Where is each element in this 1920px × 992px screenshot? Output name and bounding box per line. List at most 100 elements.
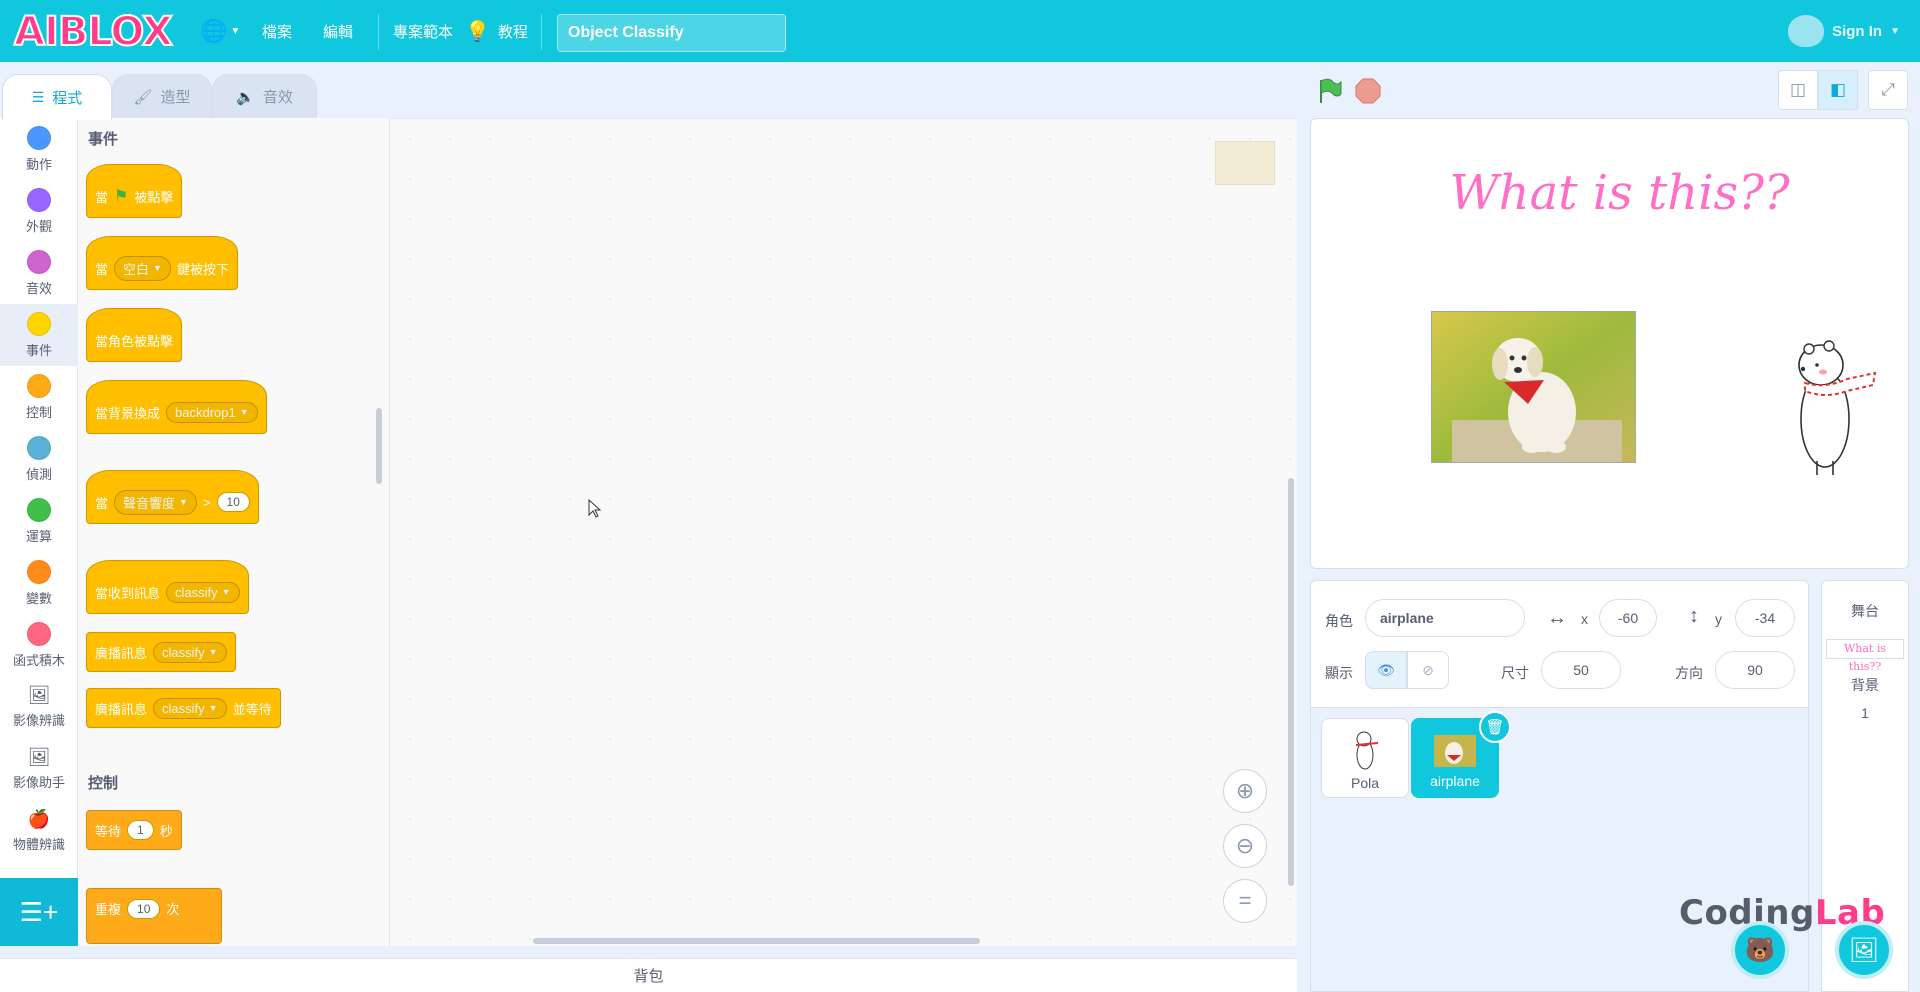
eye-icon: 👁 [1377, 661, 1395, 678]
category-motion[interactable]: 動作 [0, 118, 78, 180]
sprite-name: airplane [1430, 773, 1480, 789]
repeat-block[interactable]: 重複 10 次 [86, 888, 222, 944]
sprite-label: 角色 [1325, 613, 1353, 629]
category-looks[interactable]: 外觀 [0, 180, 78, 242]
show-visible-button[interactable]: 👁 [1365, 651, 1407, 689]
edit-menu[interactable]: 編輯 [323, 0, 353, 62]
wait-seconds-input[interactable]: 1 [127, 820, 154, 840]
category-variables[interactable]: 變數 [0, 552, 78, 614]
examples-menu[interactable]: 專案範本 [393, 0, 453, 62]
when-key-pressed-block[interactable]: 當 空白 ▼ 鍵被按下 [86, 236, 238, 290]
backpack[interactable]: 背包 [0, 958, 1297, 992]
puppy-thumbnail [1434, 735, 1476, 767]
language-menu[interactable]: 🌐 ▼ [200, 0, 240, 62]
choose-backdrop-button[interactable]: 🖼 [1835, 921, 1893, 979]
delete-sprite-button[interactable]: 🗑 [1479, 711, 1511, 743]
when-sprite-clicked-block[interactable]: 當角色被點擊 [86, 308, 183, 362]
category-operators[interactable]: 運算 [0, 490, 78, 552]
sprite-card-pola[interactable]: Pola [1321, 718, 1409, 798]
zoom-out-icon: ⊖ [1235, 833, 1255, 858]
stop-button[interactable] [1354, 78, 1382, 104]
mouse-cursor-icon [588, 499, 602, 518]
when-backdrop-switches-block[interactable]: 當背景換成 backdrop1 ▼ [86, 380, 267, 434]
message-dropdown[interactable]: classify ▼ [153, 641, 227, 663]
zoom-reset-button[interactable]: = [1223, 879, 1267, 923]
image-add-icon: 🖼 [1848, 936, 1880, 964]
show-hidden-button[interactable]: ⊘ [1407, 651, 1449, 689]
project-title-input[interactable]: Object Classify [557, 14, 786, 52]
category-label: 影像辨識 [12, 713, 65, 728]
loudness-value-input[interactable]: 10 [216, 492, 250, 512]
caret-down-icon: ▼ [221, 587, 231, 597]
tab-costumes[interactable]: 🖌 造型 [112, 74, 212, 118]
category-sensing[interactable]: 偵測 [0, 428, 78, 490]
block-text: 廣播訊息 [95, 701, 148, 717]
tutorials-menu[interactable]: 💡 教程 [465, 0, 528, 62]
category-label: 函式積木 [12, 653, 65, 668]
when-loudness-block[interactable]: 當 聲音響度 ▼ > 10 [86, 470, 259, 524]
size-label: 尺寸 [1501, 665, 1529, 681]
size-input[interactable]: 50 [1541, 651, 1621, 689]
events-dot [27, 312, 51, 336]
category-control[interactable]: 控制 [0, 366, 78, 428]
palette-scrollbar[interactable] [376, 408, 382, 484]
puppy-image[interactable] [1431, 311, 1636, 463]
stage[interactable]: What is this?? [1310, 118, 1909, 569]
fullscreen-button[interactable]: ⤢ [1868, 70, 1908, 110]
message-dropdown[interactable]: classify ▼ [166, 581, 240, 603]
block-text: > [202, 494, 211, 510]
category-image-recognition[interactable]: 🖼 影像辨識 [0, 676, 78, 738]
broadcast-and-wait-block[interactable]: 廣播訊息 classify ▼ 並等待 [86, 688, 281, 728]
wait-block[interactable]: 等待 1 秒 [86, 810, 182, 850]
block-text: 當背景換成 [95, 405, 161, 421]
category-sound[interactable]: 音效 [0, 242, 78, 304]
green-flag-button[interactable] [1315, 78, 1343, 104]
sprite-name-input[interactable]: airplane [1365, 599, 1525, 637]
y-position-input[interactable]: -34 [1735, 599, 1795, 637]
tab-sounds[interactable]: 🔈 音效 [212, 74, 317, 118]
trash-icon: 🗑 [1485, 719, 1505, 736]
workspace-horizontal-scrollbar[interactable] [533, 938, 980, 944]
broadcast-block[interactable]: 廣播訊息 classify ▼ [86, 632, 236, 672]
category-object-recognition[interactable]: 🍎 物體辨識 [0, 800, 78, 862]
category-my-blocks[interactable]: 函式積木 [0, 614, 78, 676]
file-menu[interactable]: 檔案 [262, 0, 292, 62]
tab-code-label: 程式 [52, 90, 83, 107]
horizontal-arrows-icon: ↔ [1547, 607, 1567, 629]
block-text: 當 [95, 495, 109, 511]
loudness-dropdown[interactable]: 聲音響度 ▼ [114, 489, 197, 515]
add-extension-button[interactable]: ☰+ [0, 878, 78, 946]
block-text: 並等待 [232, 701, 272, 717]
large-stage-button[interactable]: ◧ [1818, 70, 1858, 110]
tab-code[interactable]: ☰ 程式 [2, 74, 112, 120]
tab-costumes-label: 造型 [160, 89, 191, 106]
stage-panel-title: 舞台 [1851, 603, 1879, 619]
block-text: 鍵被按下 [176, 261, 229, 277]
sign-in-label: Sign In [1832, 22, 1883, 40]
backdrop-dropdown[interactable]: backdrop1 ▼ [166, 401, 258, 423]
small-stage-button[interactable]: ◫ [1778, 70, 1818, 110]
aiblox-logo[interactable]: AIBLOX [13, 9, 174, 55]
choose-sprite-button[interactable]: 🐻 [1731, 921, 1789, 979]
zoom-out-button[interactable]: ⊖ [1223, 824, 1267, 868]
workspace-vertical-scrollbar[interactable] [1288, 478, 1294, 886]
tab-sounds-label: 音效 [262, 89, 293, 106]
message-dropdown[interactable]: classify ▼ [153, 697, 227, 719]
stage-title-text: What is this?? [1449, 165, 1790, 221]
category-events[interactable]: 事件 [0, 304, 78, 366]
x-position-input[interactable]: -60 [1599, 599, 1657, 637]
direction-input[interactable]: 90 [1715, 651, 1795, 689]
block-text: 重複 [95, 902, 122, 917]
block-text: 次 [166, 902, 180, 917]
repeat-count-input[interactable]: 10 [127, 899, 161, 919]
polar-bear-sprite[interactable] [1781, 329, 1881, 479]
zoom-in-button[interactable]: ⊕ [1223, 769, 1267, 813]
when-i-receive-block[interactable]: 當收到訊息 classify ▼ [86, 560, 249, 614]
key-dropdown[interactable]: 空白 ▼ [114, 255, 171, 281]
sign-in-button[interactable]: Sign In ▼ [1788, 0, 1900, 62]
when-flag-clicked-block[interactable]: 當 ⚑ 被點擊 [86, 164, 183, 218]
dropdown-value: backdrop1 [175, 404, 236, 420]
category-image-assistant[interactable]: 🖼 影像助手 [0, 738, 78, 800]
looks-dot [27, 188, 51, 212]
code-workspace[interactable]: ⊕ ⊖ = [390, 118, 1297, 946]
